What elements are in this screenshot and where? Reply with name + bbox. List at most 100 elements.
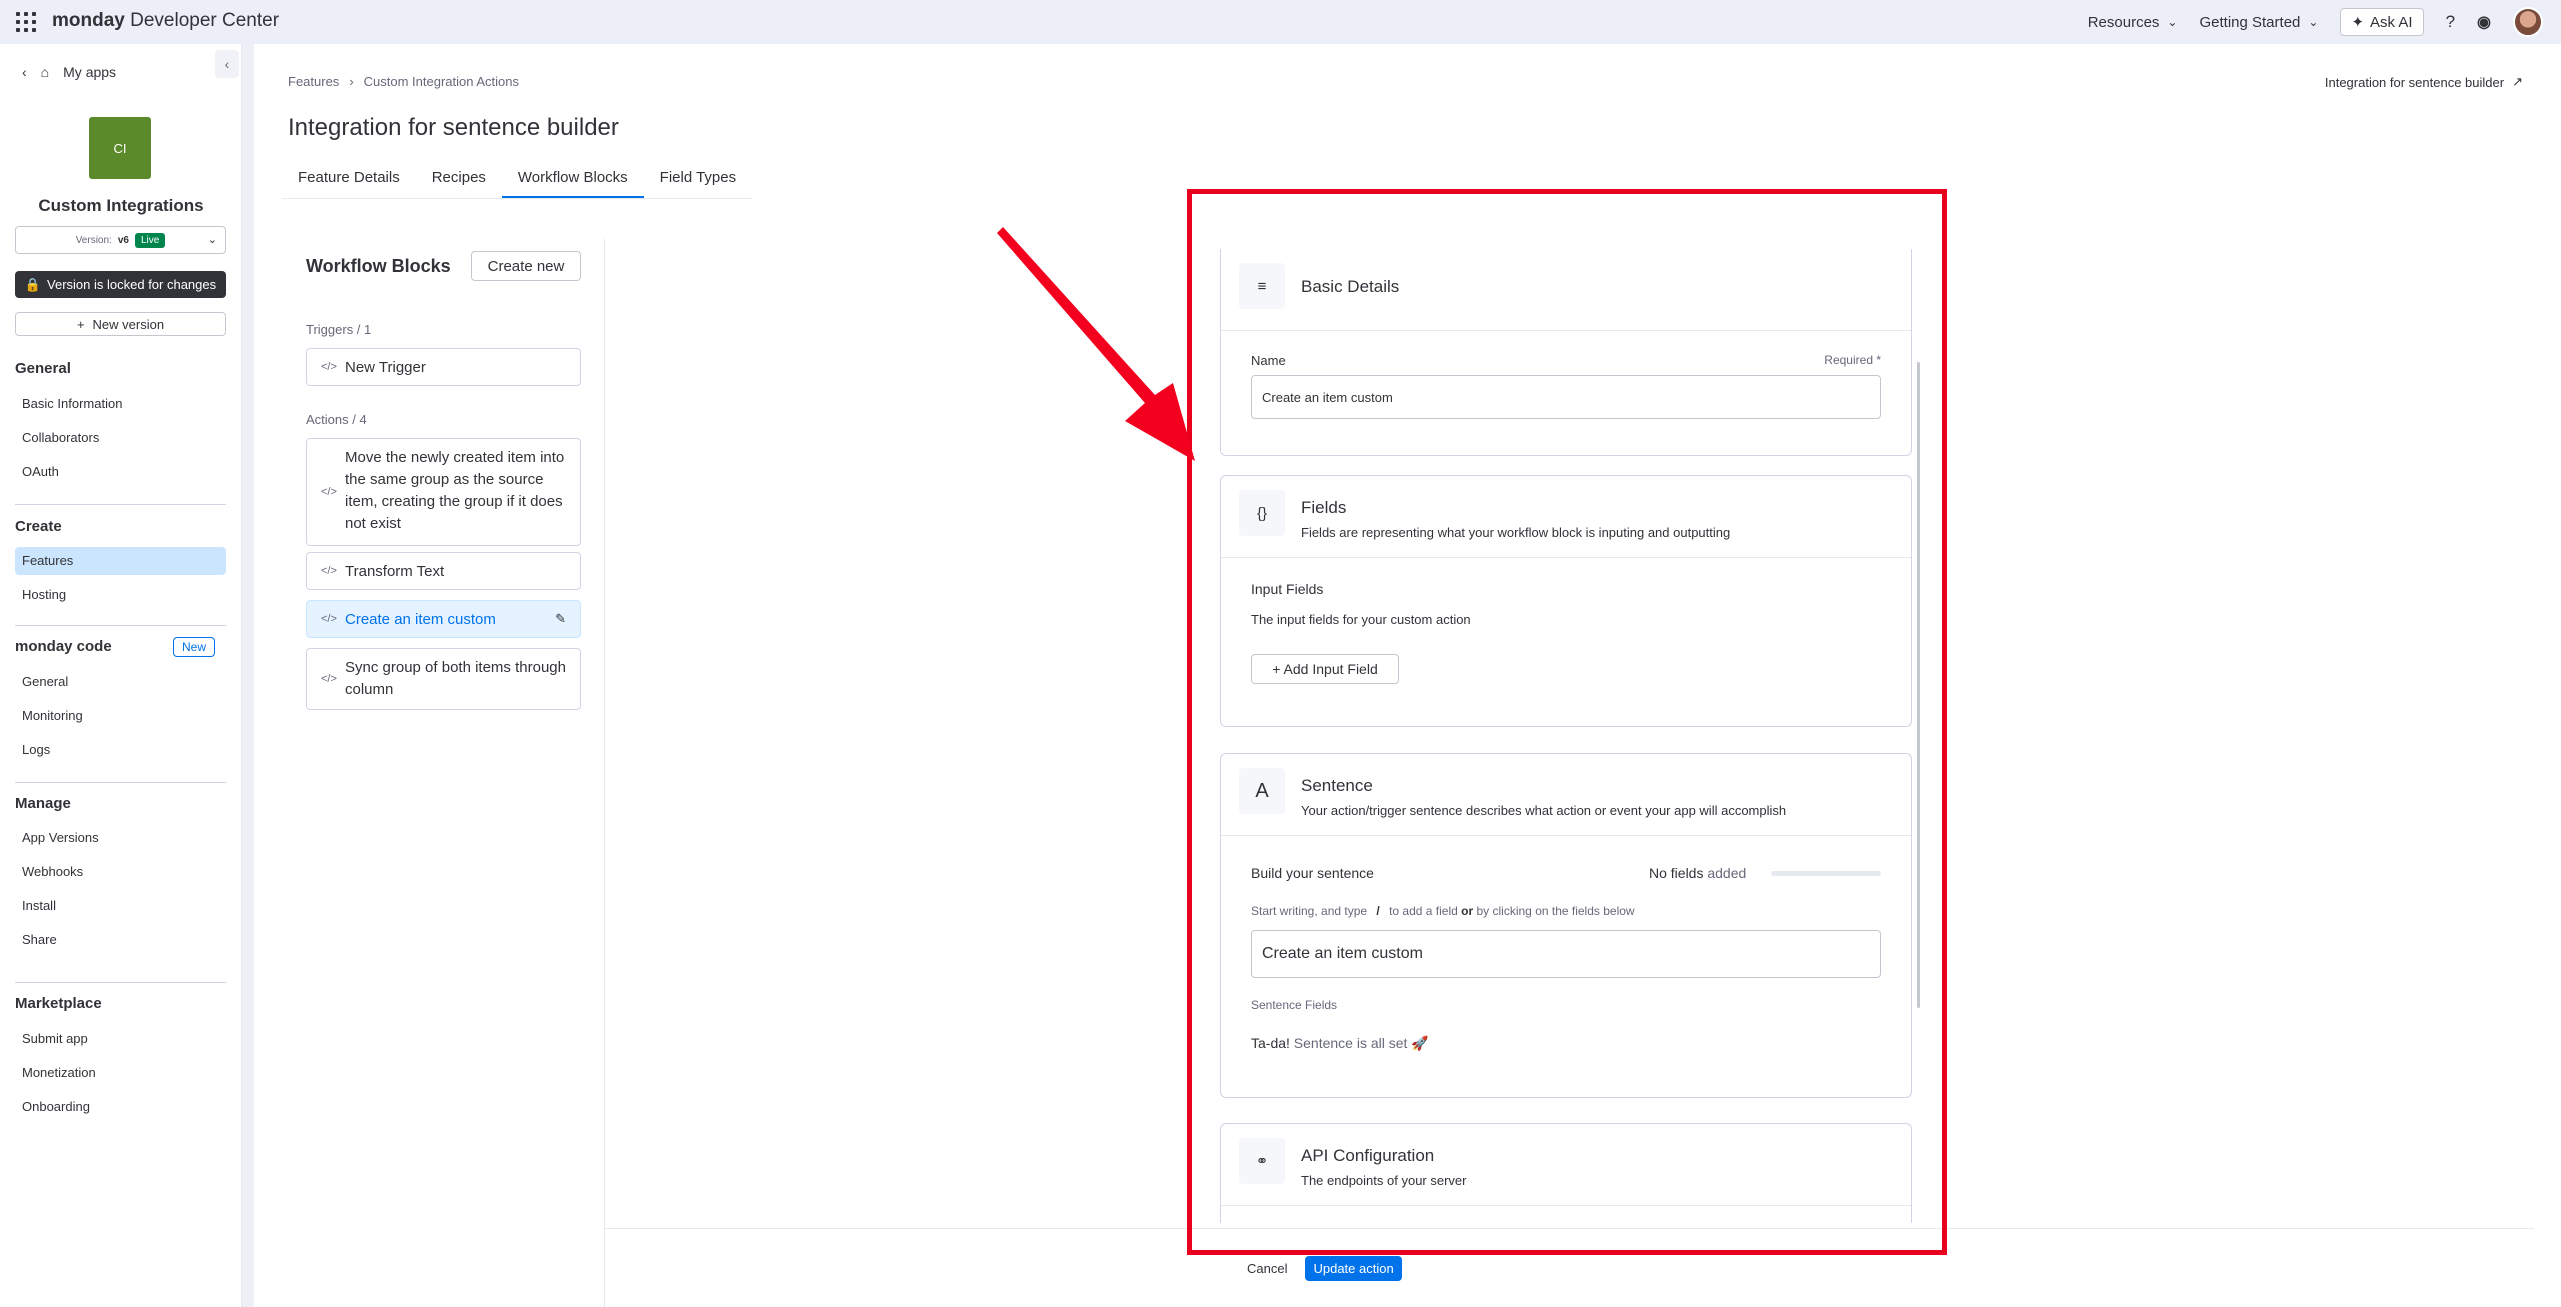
pencil-icon[interactable]: ✎: [555, 608, 566, 630]
tada-message: Ta-da! Sentence is all set 🚀: [1251, 1035, 1429, 1052]
action-block-selected[interactable]: </> Create an item custom ✎: [306, 600, 581, 638]
sentence-input[interactable]: [1251, 930, 1881, 978]
basic-details-card: ≡ Basic Details Name Required *: [1220, 249, 1912, 456]
new-version-button[interactable]: + New version: [15, 312, 226, 336]
sidebar-item-webhooks[interactable]: Webhooks: [15, 858, 226, 886]
text-fields-icon: ≡: [1239, 263, 1285, 309]
add-input-field-button[interactable]: + Add Input Field: [1251, 654, 1399, 684]
no-fields-rest: added: [1703, 865, 1747, 881]
action-block[interactable]: </> Transform Text: [306, 552, 581, 590]
input-fields-desc: The input fields for your custom action: [1251, 612, 1471, 627]
app-grid-icon[interactable]: [16, 12, 36, 32]
create-new-button[interactable]: Create new: [471, 251, 581, 281]
page-title: Integration for sentence builder: [288, 114, 619, 141]
main-content: Features › Custom Integration Actions In…: [254, 44, 2561, 1307]
divider: [15, 782, 226, 783]
sidebar-item-monday-code-general[interactable]: General: [15, 668, 226, 696]
code-icon: </>: [321, 565, 337, 577]
tab-recipes[interactable]: Recipes: [416, 164, 502, 198]
no-fields-bold: No fields: [1649, 865, 1704, 881]
code-icon: </>: [321, 486, 337, 498]
getting-started-label: Getting Started: [2199, 13, 2301, 31]
sidebar-item-install[interactable]: Install: [15, 892, 226, 920]
new-version-label: New version: [92, 316, 165, 332]
getting-started-menu[interactable]: Getting Started ⌄: [2199, 14, 2318, 31]
chevron-down-icon: ⌄: [207, 234, 217, 246]
update-action-button[interactable]: Update action: [1305, 1256, 1402, 1281]
input-fields-label: Input Fields: [1251, 581, 1324, 597]
sentence-fields-label: Sentence Fields: [1251, 998, 1338, 1012]
card-title: API Configuration: [1301, 1146, 1435, 1165]
actions-label: Actions / 4: [306, 412, 367, 427]
no-fields-status: No fields added: [1649, 865, 1746, 881]
external-link-icon: ↗: [2512, 74, 2523, 89]
sidebar-item-app-versions[interactable]: App Versions: [15, 824, 226, 852]
back-label: My apps: [63, 64, 117, 80]
tab-field-types[interactable]: Field Types: [644, 164, 752, 198]
card-title: Fields: [1301, 498, 1347, 517]
sidebar-item-oauth[interactable]: OAuth: [15, 458, 226, 486]
resources-menu[interactable]: Resources ⌄: [2088, 14, 2178, 31]
card-subtitle: The endpoints of your server: [1301, 1173, 1467, 1188]
action-block[interactable]: </> Move the newly created item into the…: [306, 438, 581, 546]
link-icon: ⚭: [1239, 1138, 1285, 1184]
version-prefix: Version:: [75, 234, 112, 246]
sentence-hint: Start writing, and type / to add a field…: [1251, 904, 1635, 918]
app-logo: CI: [89, 117, 151, 179]
chat-icon[interactable]: ◉: [2477, 12, 2491, 32]
breadcrumb-features[interactable]: Features: [288, 74, 339, 89]
tab-feature-details[interactable]: Feature Details: [282, 164, 416, 198]
external-app-link[interactable]: Integration for sentence builder ↗: [2325, 74, 2523, 90]
sidebar-item-share[interactable]: Share: [15, 926, 226, 954]
resources-label: Resources: [2087, 13, 2160, 31]
sidebar-item-onboarding[interactable]: Onboarding: [15, 1093, 226, 1121]
rocket-icon: 🚀: [1411, 1035, 1429, 1051]
card-header: ⚭ API Configuration The endpoints of you…: [1221, 1124, 1911, 1206]
text-style-icon: A: [1239, 768, 1285, 814]
sidebar-item-hosting[interactable]: Hosting: [15, 581, 226, 609]
triggers-label: Triggers / 1: [306, 322, 372, 337]
external-link-label: Integration for sentence builder: [2324, 74, 2505, 90]
action-block[interactable]: </> Sync group of both items through col…: [306, 648, 581, 710]
code-icon: </>: [321, 613, 337, 625]
braces-icon: {}: [1239, 490, 1285, 536]
sidebar-item-collaborators[interactable]: Collaborators: [15, 424, 226, 452]
sparkle-icon: ✦: [2351, 14, 2365, 31]
brand-logo[interactable]: monday Developer Center: [52, 10, 279, 32]
tada-rest: Sentence is all set: [1289, 1035, 1408, 1051]
build-sentence-label: Build your sentence: [1251, 865, 1374, 881]
sidebar-item-basic-information[interactable]: Basic Information: [15, 390, 226, 418]
trigger-block[interactable]: </> New Trigger: [306, 348, 581, 386]
hint-or: or: [1461, 904, 1474, 918]
back-to-my-apps[interactable]: ‹ ⌂ My apps: [22, 64, 116, 80]
sidebar-item-submit-app[interactable]: Submit app: [15, 1025, 226, 1053]
block-label: Move the newly created item into the sam…: [345, 449, 565, 532]
home-icon: ⌂: [40, 64, 50, 80]
section-marketplace: Marketplace: [15, 995, 102, 1012]
version-locked-badge: 🔒 Version is locked for changes: [15, 271, 226, 298]
ask-ai-button[interactable]: ✦ Ask AI: [2340, 8, 2424, 36]
divider: [15, 504, 226, 505]
card-header: ≡ Basic Details: [1221, 249, 1911, 331]
section-monday-code: monday code: [15, 638, 112, 655]
chevron-left-icon: ‹: [22, 64, 27, 80]
sidebar-item-monetization[interactable]: Monetization: [15, 1059, 226, 1087]
card-header: A Sentence Your action/trigger sentence …: [1221, 754, 1911, 836]
sidebar-item-logs[interactable]: Logs: [15, 736, 226, 764]
block-label: Transform Text: [345, 563, 445, 580]
help-icon[interactable]: ?: [2446, 12, 2455, 32]
live-badge: Live: [134, 232, 166, 248]
cancel-button[interactable]: Cancel: [1239, 1257, 1295, 1280]
collapse-sidebar-button[interactable]: ‹: [215, 50, 239, 78]
sidebar-item-monitoring[interactable]: Monitoring: [15, 702, 226, 730]
sidebar-item-features[interactable]: Features: [15, 547, 226, 575]
divider: [15, 982, 226, 983]
version-select[interactable]: Version: v6 Live ⌄: [15, 226, 226, 254]
name-input[interactable]: [1251, 375, 1881, 419]
fields-card: {} Fields Fields are representing what y…: [1220, 475, 1912, 727]
hint-slash: /: [1376, 904, 1380, 918]
brand-sub: Developer Center: [124, 10, 280, 31]
avatar[interactable]: [2513, 7, 2543, 37]
panel-scrollbar[interactable]: [1917, 362, 1920, 1008]
tab-workflow-blocks[interactable]: Workflow Blocks: [501, 164, 644, 198]
